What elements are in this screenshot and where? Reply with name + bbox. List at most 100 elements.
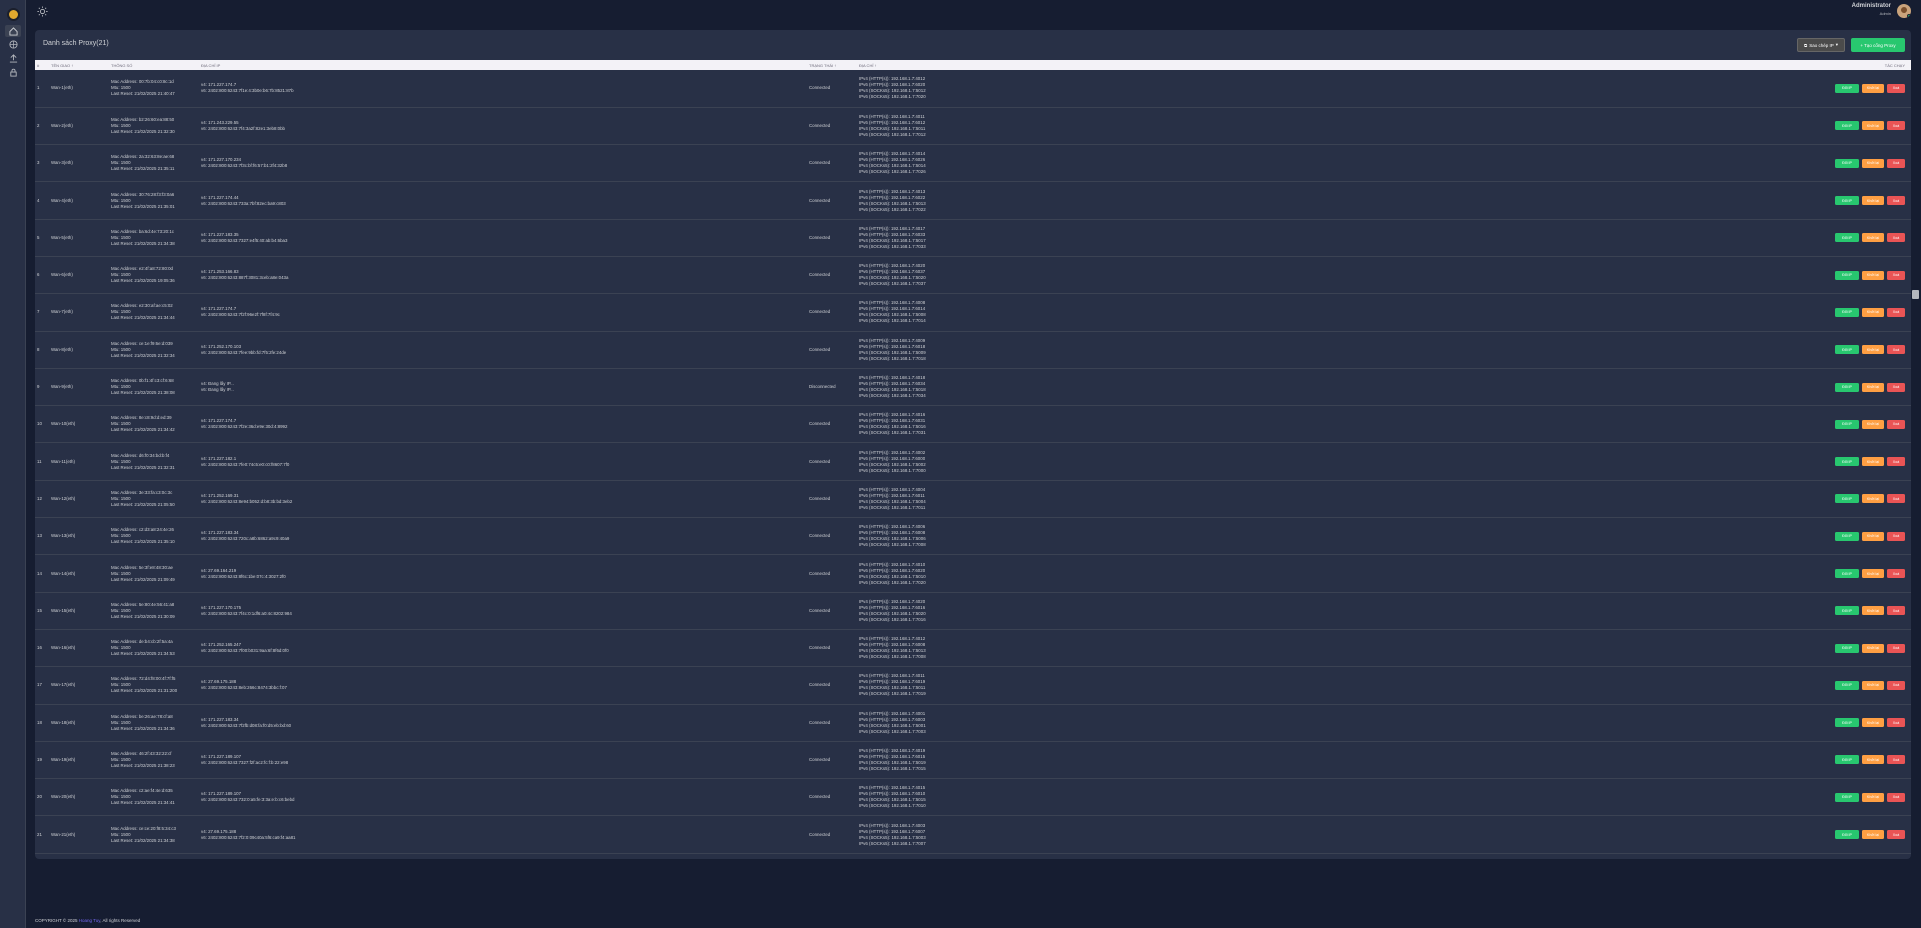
col-params[interactable]: THÔNG SỐ <box>109 60 199 70</box>
restart-button[interactable]: Khởi lại <box>1862 830 1884 840</box>
col-index[interactable]: # <box>35 60 49 70</box>
restart-button[interactable]: Khởi lại <box>1862 196 1884 206</box>
restart-button[interactable]: Khởi lại <box>1862 718 1884 728</box>
table-row: 19 Wan-19(eth) Mac Address: 46:2f:43:32:22… <box>35 741 1911 779</box>
change-ip-button[interactable]: Đổi IP <box>1835 457 1859 467</box>
last-reset: Last Reset: 21/02/2025 21:34:41 <box>111 800 175 806</box>
change-ip-button[interactable]: Đổi IP <box>1835 345 1859 355</box>
restart-button[interactable]: Khởi lại <box>1862 569 1884 578</box>
last-reset: Last Reset: 21/02/2025 19:05:36 <box>111 278 175 284</box>
col-name[interactable]: TÊN GIAO ↑ <box>49 60 109 70</box>
restart-button[interactable]: Khởi lại <box>1862 307 1884 317</box>
change-ip-button[interactable]: Đổi IP <box>1835 531 1859 541</box>
delete-button[interactable]: Xoá <box>1887 345 1905 355</box>
actions-cell: Đổi IP Khởi lại Xoá <box>1057 629 1911 666</box>
delete-button[interactable]: Xoá <box>1887 307 1905 317</box>
delete-button[interactable]: Xoá <box>1887 569 1905 578</box>
delete-button[interactable]: Xoá <box>1887 270 1905 280</box>
logo[interactable] <box>7 8 20 21</box>
change-ip-button[interactable]: Đổi IP <box>1835 196 1859 206</box>
home-icon[interactable] <box>5 25 21 37</box>
row-index: 10 <box>37 421 42 427</box>
restart-button[interactable]: Khởi lại <box>1862 606 1884 616</box>
restart-button[interactable]: Khởi lại <box>1862 531 1884 541</box>
delete-button[interactable]: Xoá <box>1887 457 1905 467</box>
delete-button[interactable]: Xoá <box>1887 158 1905 168</box>
table-row: 2 Wan-2(eth) Mac Address: b2:26:60:ea:88:5… <box>35 107 1911 145</box>
restart-button[interactable]: Khởi lại <box>1862 270 1884 280</box>
change-ip-button[interactable]: Đổi IP <box>1835 419 1859 429</box>
change-ip-button[interactable]: Đổi IP <box>1835 755 1859 765</box>
col-address[interactable]: ĐỊA CHỈ ↑ <box>857 60 1057 70</box>
delete-button[interactable]: Xoá <box>1887 606 1905 616</box>
brand-link[interactable]: Hoang Tuy <box>79 918 100 923</box>
restart-button[interactable]: Khởi lại <box>1862 382 1884 392</box>
delete-button[interactable]: Xoá <box>1887 830 1905 840</box>
delete-button[interactable]: Xoá <box>1887 792 1905 802</box>
row-index: 17 <box>37 682 42 688</box>
change-ip-button[interactable]: Đổi IP <box>1835 270 1859 280</box>
change-ip-button[interactable]: Đổi IP <box>1835 158 1859 168</box>
params-cell: Mac Address: ba:6d:4e:73:20:1c Mtu: 1500 L… <box>109 219 199 256</box>
table-row: 4 Wan-4(eth) Mac Address: 30:76:28:f3:f3:0… <box>35 182 1911 220</box>
restart-button[interactable]: Khởi lại <box>1862 83 1884 93</box>
avatar[interactable] <box>1897 4 1911 18</box>
change-ip-button[interactable]: Đổi IP <box>1835 307 1859 317</box>
restart-button[interactable]: Khởi lại <box>1862 121 1884 131</box>
wan-name: Wan-4(eth) <box>51 197 73 203</box>
delete-button[interactable]: Xoá <box>1887 755 1905 765</box>
user-info[interactable]: Administrator Admin <box>1852 3 1891 17</box>
restart-button[interactable]: Khởi lại <box>1862 233 1884 243</box>
delete-button[interactable]: Xoá <box>1887 233 1905 243</box>
restart-button[interactable]: Khởi lại <box>1862 792 1884 802</box>
change-ip-button[interactable]: Đổi IP <box>1835 643 1859 653</box>
delete-button[interactable]: Xoá <box>1887 643 1905 653</box>
restart-button[interactable]: Khởi lại <box>1862 158 1884 168</box>
change-ip-button[interactable]: Đổi IP <box>1835 718 1859 728</box>
delete-button[interactable]: Xoá <box>1887 83 1905 93</box>
change-ip-button[interactable]: Đổi IP <box>1835 680 1859 690</box>
change-ip-button[interactable]: Đổi IP <box>1835 792 1859 802</box>
wan-name: Wan-3(eth) <box>51 160 73 166</box>
address-cell: IPv4 (HTTP(s)): 192.168.1.7:4017 IPv6 (HT… <box>857 219 1057 256</box>
restart-button[interactable]: Khởi lại <box>1862 494 1884 504</box>
delete-button[interactable]: Xoá <box>1887 121 1905 131</box>
delete-button[interactable]: Xoá <box>1887 419 1905 429</box>
delete-button[interactable]: Xoá <box>1887 196 1905 206</box>
wan-name: Wan-18(eth) <box>51 719 76 725</box>
change-ip-button[interactable]: Đổi IP <box>1835 382 1859 392</box>
restart-button[interactable]: Khởi lại <box>1862 419 1884 429</box>
change-ip-button[interactable]: Đổi IP <box>1835 494 1859 504</box>
ip-cell: v4: 171.252.165.247 v6: 2402:800:6243:7f0… <box>199 629 807 666</box>
delete-button[interactable]: Xoá <box>1887 718 1905 728</box>
change-ip-button[interactable]: Đổi IP <box>1835 830 1859 840</box>
change-ip-button[interactable]: Đổi IP <box>1835 233 1859 243</box>
delete-button[interactable]: Xoá <box>1887 531 1905 541</box>
theme-toggle-icon[interactable] <box>37 4 48 17</box>
restart-button[interactable]: Khởi lại <box>1862 643 1884 653</box>
change-ip-button[interactable]: Đổi IP <box>1835 83 1859 93</box>
restart-button[interactable]: Khởi lại <box>1862 457 1884 467</box>
restart-button[interactable]: Khởi lại <box>1862 680 1884 690</box>
change-ip-button[interactable]: Đổi IP <box>1835 569 1859 578</box>
proxy-socks-v6: IPv6 (SOCKs5): 192.168.1.7:7003 <box>859 728 926 734</box>
lock-icon[interactable] <box>7 66 19 78</box>
delete-button[interactable]: Xoá <box>1887 680 1905 690</box>
restart-button[interactable]: Khởi lại <box>1862 345 1884 355</box>
col-ip[interactable]: ĐỊA CHỈ IP <box>199 60 807 70</box>
delete-button[interactable]: Xoá <box>1887 382 1905 392</box>
copy-ip-dropdown-button[interactable]: ⧉ Sao chép IP ▾ <box>1797 38 1845 52</box>
ip-cell: v4: 171.253.166.83 v6: 2402:800:6243:887f… <box>199 256 807 293</box>
create-proxy-button[interactable]: + Tạo cổng Proxy <box>1851 38 1905 52</box>
last-reset: Last Reset: 21/02/2025 21:31:200 <box>111 688 178 694</box>
upload-icon[interactable] <box>7 52 19 64</box>
change-ip-button[interactable]: Đổi IP <box>1835 121 1859 131</box>
delete-button[interactable]: Xoá <box>1887 494 1905 504</box>
col-status[interactable]: TRẠNG THÁI ↑ <box>807 60 857 70</box>
change-ip-button[interactable]: Đổi IP <box>1835 606 1859 616</box>
address-cell: IPv4 (HTTP(s)): 192.168.1.7:4015 IPv6 (HT… <box>857 779 1057 816</box>
globe-icon[interactable] <box>7 38 19 50</box>
ip-cell: v4: 171.227.182.1 v6: 2402:800:6243:7fe0:… <box>199 443 807 480</box>
scrollbar-thumb[interactable] <box>1912 290 1919 299</box>
restart-button[interactable]: Khởi lại <box>1862 755 1884 765</box>
